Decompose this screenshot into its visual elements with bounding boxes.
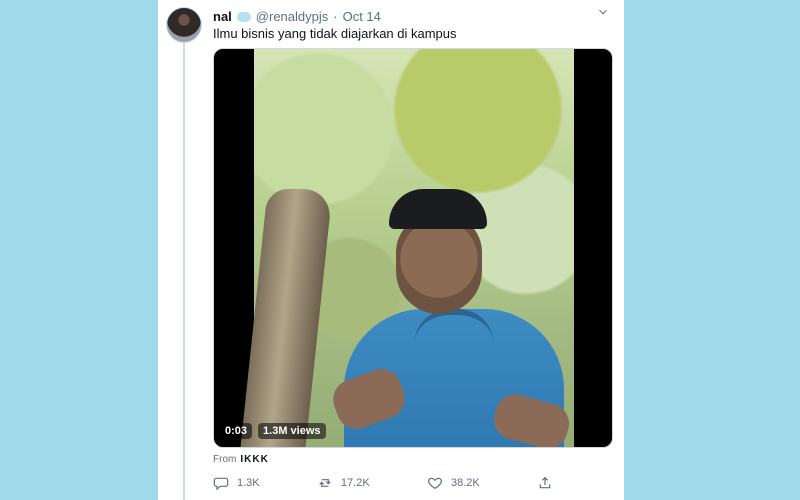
like-button[interactable]: 38.2K: [427, 475, 480, 491]
tweet-header: nal @renaldypjs · Oct 14: [213, 7, 381, 25]
thread-line: [183, 40, 185, 500]
source-prefix: From: [213, 454, 237, 465]
separator-dot: ·: [333, 8, 338, 24]
retweet-button[interactable]: 17.2K: [317, 475, 370, 491]
cap: [389, 189, 487, 229]
source-app[interactable]: IKKK: [240, 454, 268, 465]
video-views: 1.3M views: [258, 423, 326, 439]
author-handle[interactable]: @renaldypjs: [256, 9, 328, 24]
retweet-icon: [317, 475, 333, 491]
avatar[interactable]: [166, 7, 202, 43]
author-name[interactable]: nal: [213, 9, 232, 24]
like-count: 38.2K: [450, 477, 480, 489]
chevron-down-icon[interactable]: [594, 5, 612, 23]
speaker-figure: [327, 189, 574, 447]
reply-count: 1.3K: [237, 477, 260, 489]
heart-icon: [427, 475, 443, 491]
share-icon: [537, 475, 553, 491]
video-meta: 0:03 1.3M views: [220, 423, 326, 439]
chat-bubble-icon: [236, 12, 251, 22]
tweet-card: nal @renaldypjs · Oct 14 Ilmu bisnis yan…: [158, 0, 624, 500]
video-frame: [240, 49, 574, 447]
reply-icon: [213, 475, 229, 491]
tweet-actions: 1.3K 17.2K 38.2K: [213, 473, 553, 493]
reply-button[interactable]: 1.3K: [213, 475, 260, 491]
tweet-text: Ilmu bisnis yang tidak diajarkan di kamp…: [213, 26, 457, 41]
tree-trunk: [240, 189, 333, 447]
video-player[interactable]: 0:03 1.3M views: [213, 48, 613, 448]
video-duration: 0:03: [220, 423, 253, 439]
share-button[interactable]: [537, 475, 553, 491]
retweet-count: 17.2K: [340, 477, 370, 489]
face: [396, 214, 482, 314]
tweet-date[interactable]: Oct 14: [343, 9, 381, 24]
tweet-source: From IKKK: [213, 454, 269, 465]
